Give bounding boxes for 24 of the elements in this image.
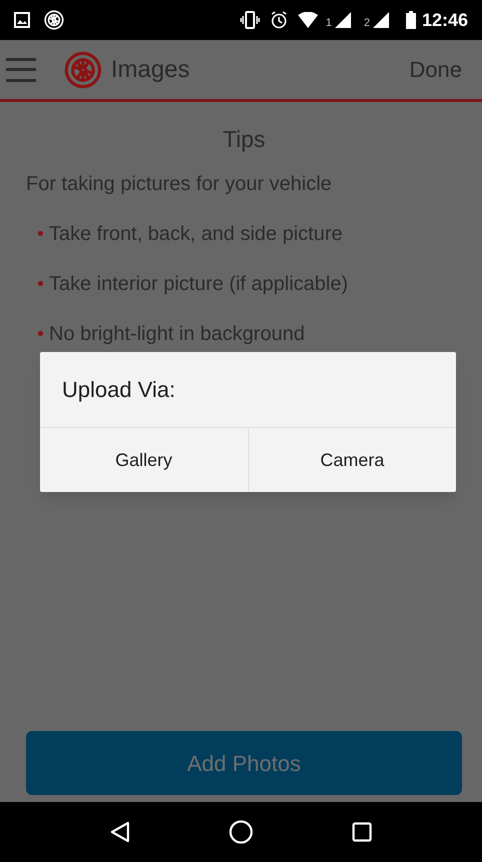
tips-title: Tips [222,125,266,154]
sim-label: 2 [364,18,370,29]
cellular-signal-icon [334,11,352,29]
vibrate-icon [240,11,260,29]
app-bar-title: Images [111,54,191,84]
dialog-title: Upload Via: [61,376,176,404]
battery-icon [406,11,416,29]
recent-apps-icon[interactable] [352,822,372,842]
alarm-clock-icon [270,11,288,29]
image-icon [14,12,30,28]
home-icon[interactable] [228,820,253,844]
wheel-logo-icon [64,50,102,88]
dialog-option-button[interactable]: Gallery [40,428,248,492]
tip-item: No bright-light in background [49,322,305,346]
clock-time: 12:46 [422,8,468,32]
dialog-option-button[interactable]: Camera [248,428,456,492]
cellular-signal-icon [372,11,390,29]
wifi-icon [298,12,318,28]
back-icon[interactable] [110,821,130,843]
tip-item: Take interior picture (if applicable) [49,272,348,296]
wheel-icon [44,10,64,30]
sim-label: 1 [326,18,332,29]
tips-intro: For taking pictures for your vehicle [26,172,333,196]
tip-item: Take front, back, and side picture [49,222,342,246]
